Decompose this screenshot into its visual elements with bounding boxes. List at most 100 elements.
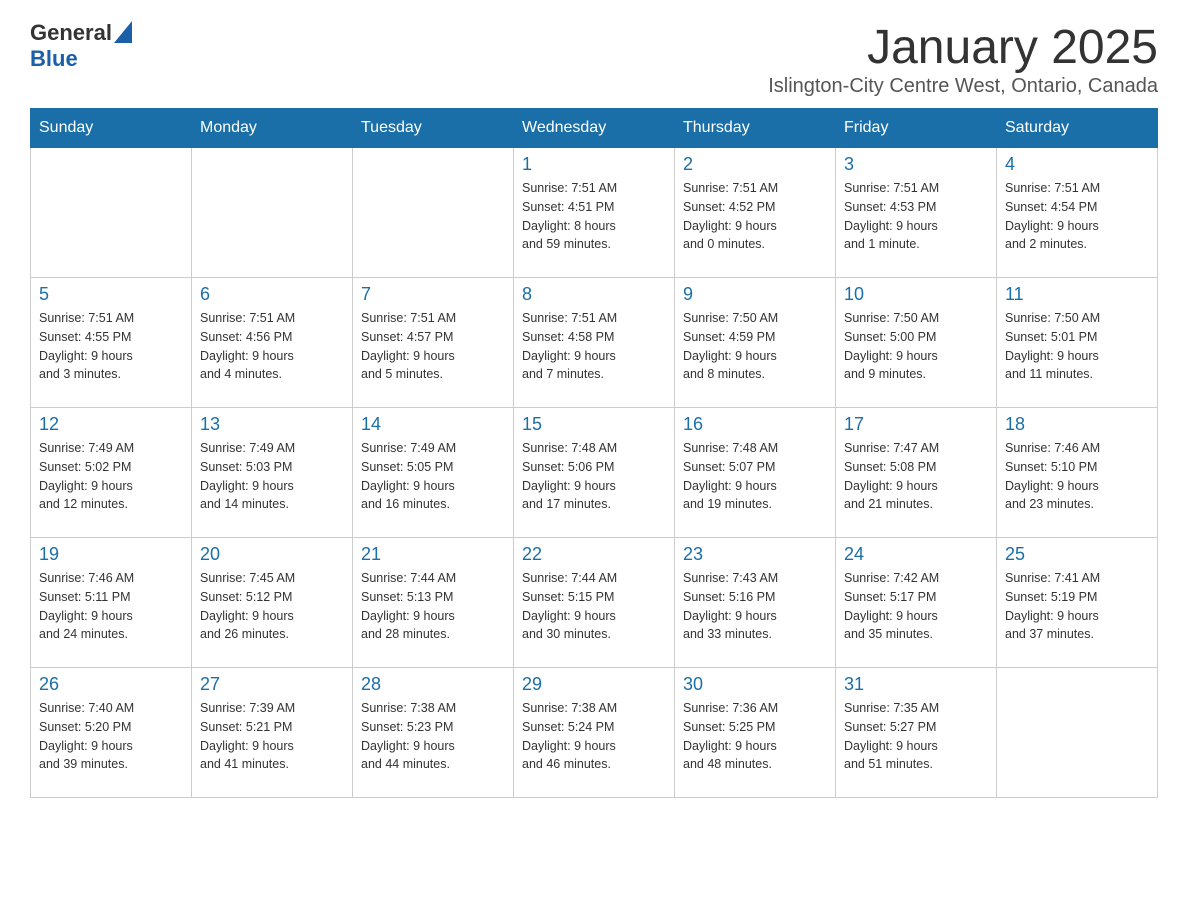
day-info: Sunrise: 7:51 AM Sunset: 4:52 PM Dayligh… xyxy=(683,179,827,254)
calendar-day-15: 15Sunrise: 7:48 AM Sunset: 5:06 PM Dayli… xyxy=(514,408,675,538)
day-number: 13 xyxy=(200,414,344,435)
empty-cell xyxy=(353,148,514,278)
day-info: Sunrise: 7:38 AM Sunset: 5:23 PM Dayligh… xyxy=(361,699,505,774)
day-info: Sunrise: 7:36 AM Sunset: 5:25 PM Dayligh… xyxy=(683,699,827,774)
day-number: 9 xyxy=(683,284,827,305)
calendar-week-row: 26 Sunrise: 7:40 AM Sunset: 5:20 PM Dayli… xyxy=(31,668,1158,798)
day-number: 12 xyxy=(39,414,183,435)
day-info: Sunrise: 7:46 AM Sunset: 5:11 PM Dayligh… xyxy=(39,569,183,644)
day-info: Sunrise: 7:49 AM Sunset: 5:05 PM Dayligh… xyxy=(361,439,505,514)
day-number: 29 xyxy=(522,674,666,695)
calendar-week-row: 12 Sunrise: 7:49 AM Sunset: 5:02 PM Dayli… xyxy=(31,408,1158,538)
day-info: Sunrise: 7:51 AM Sunset: 4:56 PM Dayligh… xyxy=(200,309,344,384)
day-info: Sunrise: 7:44 AM Sunset: 5:15 PM Dayligh… xyxy=(522,569,666,644)
day-info: Sunrise: 7:51 AM Sunset: 4:57 PM Dayligh… xyxy=(361,309,505,384)
day-info: Sunrise: 7:51 AM Sunset: 4:53 PM Dayligh… xyxy=(844,179,988,254)
calendar-day-18: 18 Sunrise: 7:46 AM Sunset: 5:10 PM Dayli… xyxy=(997,408,1158,538)
empty-cell xyxy=(192,148,353,278)
day-info: Sunrise: 7:45 AM Sunset: 5:12 PM Dayligh… xyxy=(200,569,344,644)
day-info: Sunrise: 7:50 AM Sunset: 5:01 PM Dayligh… xyxy=(1005,309,1149,384)
day-info: Sunrise: 7:41 AM Sunset: 5:19 PM Dayligh… xyxy=(1005,569,1149,644)
calendar-week-row: 5Sunrise: 7:51 AM Sunset: 4:55 PM Daylig… xyxy=(31,278,1158,408)
calendar-day-26: 26 Sunrise: 7:40 AM Sunset: 5:20 PM Dayli… xyxy=(31,668,192,798)
day-number: 20 xyxy=(200,544,344,565)
calendar-day-10: 10Sunrise: 7:50 AM Sunset: 5:00 PM Dayli… xyxy=(836,278,997,408)
day-info: Sunrise: 7:51 AM Sunset: 4:58 PM Dayligh… xyxy=(522,309,666,384)
calendar-day-20: 20 Sunrise: 7:45 AM Sunset: 5:12 PM Dayli… xyxy=(192,538,353,668)
calendar-day-8: 8 Sunrise: 7:51 AM Sunset: 4:58 PM Daylig… xyxy=(514,278,675,408)
day-info: Sunrise: 7:46 AM Sunset: 5:10 PM Dayligh… xyxy=(1005,439,1149,514)
day-number: 7 xyxy=(361,284,505,305)
calendar-day-21: 21 Sunrise: 7:44 AM Sunset: 5:13 PM Dayli… xyxy=(353,538,514,668)
day-info: Sunrise: 7:48 AM Sunset: 5:07 PM Dayligh… xyxy=(683,439,827,514)
day-number: 25 xyxy=(1005,544,1149,565)
logo: General Blue xyxy=(30,20,132,72)
calendar-week-row: 1 Sunrise: 7:51 AM Sunset: 4:51 PM Daylig… xyxy=(31,148,1158,278)
day-number: 15 xyxy=(522,414,666,435)
calendar-day-25: 25 Sunrise: 7:41 AM Sunset: 5:19 PM Dayli… xyxy=(997,538,1158,668)
day-info: Sunrise: 7:47 AM Sunset: 5:08 PM Dayligh… xyxy=(844,439,988,514)
weekday-header-wednesday: Wednesday xyxy=(514,109,675,148)
calendar-day-29: 29 Sunrise: 7:38 AM Sunset: 5:24 PM Dayli… xyxy=(514,668,675,798)
day-number: 18 xyxy=(1005,414,1149,435)
page-header: General Blue January 2025 Islington-City… xyxy=(30,20,1158,98)
calendar-day-12: 12 Sunrise: 7:49 AM Sunset: 5:02 PM Dayli… xyxy=(31,408,192,538)
weekday-header-saturday: Saturday xyxy=(997,109,1158,148)
day-info: Sunrise: 7:51 AM Sunset: 4:51 PM Dayligh… xyxy=(522,179,666,254)
empty-cell xyxy=(997,668,1158,798)
calendar-day-4: 4 Sunrise: 7:51 AM Sunset: 4:54 PM Daylig… xyxy=(997,148,1158,278)
day-info: Sunrise: 7:35 AM Sunset: 5:27 PM Dayligh… xyxy=(844,699,988,774)
day-number: 2 xyxy=(683,154,827,175)
day-number: 17 xyxy=(844,414,988,435)
day-number: 4 xyxy=(1005,154,1149,175)
day-number: 21 xyxy=(361,544,505,565)
day-info: Sunrise: 7:38 AM Sunset: 5:24 PM Dayligh… xyxy=(522,699,666,774)
day-number: 1 xyxy=(522,154,666,175)
calendar-day-11: 11Sunrise: 7:50 AM Sunset: 5:01 PM Dayli… xyxy=(997,278,1158,408)
calendar-table: SundayMondayTuesdayWednesdayThursdayFrid… xyxy=(30,108,1158,798)
day-number: 26 xyxy=(39,674,183,695)
day-info: Sunrise: 7:42 AM Sunset: 5:17 PM Dayligh… xyxy=(844,569,988,644)
weekday-header-tuesday: Tuesday xyxy=(353,109,514,148)
day-number: 6 xyxy=(200,284,344,305)
day-info: Sunrise: 7:49 AM Sunset: 5:02 PM Dayligh… xyxy=(39,439,183,514)
day-number: 8 xyxy=(522,284,666,305)
day-info: Sunrise: 7:51 AM Sunset: 4:54 PM Dayligh… xyxy=(1005,179,1149,254)
calendar-day-9: 9Sunrise: 7:50 AM Sunset: 4:59 PM Daylig… xyxy=(675,278,836,408)
weekday-header-sunday: Sunday xyxy=(31,109,192,148)
logo-triangle-icon xyxy=(114,21,132,43)
day-info: Sunrise: 7:39 AM Sunset: 5:21 PM Dayligh… xyxy=(200,699,344,774)
calendar-day-6: 6 Sunrise: 7:51 AM Sunset: 4:56 PM Daylig… xyxy=(192,278,353,408)
calendar-day-13: 13Sunrise: 7:49 AM Sunset: 5:03 PM Dayli… xyxy=(192,408,353,538)
calendar-week-row: 19 Sunrise: 7:46 AM Sunset: 5:11 PM Dayli… xyxy=(31,538,1158,668)
logo-blue-text: Blue xyxy=(30,46,78,71)
calendar-day-7: 7 Sunrise: 7:51 AM Sunset: 4:57 PM Daylig… xyxy=(353,278,514,408)
day-info: Sunrise: 7:40 AM Sunset: 5:20 PM Dayligh… xyxy=(39,699,183,774)
day-number: 19 xyxy=(39,544,183,565)
calendar-day-24: 24 Sunrise: 7:42 AM Sunset: 5:17 PM Dayli… xyxy=(836,538,997,668)
day-number: 24 xyxy=(844,544,988,565)
weekday-header-thursday: Thursday xyxy=(675,109,836,148)
calendar-header: SundayMondayTuesdayWednesdayThursdayFrid… xyxy=(31,109,1158,148)
day-number: 30 xyxy=(683,674,827,695)
weekday-header-row: SundayMondayTuesdayWednesdayThursdayFrid… xyxy=(31,109,1158,148)
calendar-day-2: 2 Sunrise: 7:51 AM Sunset: 4:52 PM Daylig… xyxy=(675,148,836,278)
calendar-day-16: 16 Sunrise: 7:48 AM Sunset: 5:07 PM Dayli… xyxy=(675,408,836,538)
calendar-day-17: 17 Sunrise: 7:47 AM Sunset: 5:08 PM Dayli… xyxy=(836,408,997,538)
calendar-day-22: 22Sunrise: 7:44 AM Sunset: 5:15 PM Dayli… xyxy=(514,538,675,668)
month-title: January 2025 xyxy=(768,20,1158,75)
day-number: 28 xyxy=(361,674,505,695)
calendar-body: 1 Sunrise: 7:51 AM Sunset: 4:51 PM Daylig… xyxy=(31,148,1158,798)
day-number: 5 xyxy=(39,284,183,305)
day-number: 23 xyxy=(683,544,827,565)
location-subtitle: Islington-City Centre West, Ontario, Can… xyxy=(768,75,1158,98)
day-info: Sunrise: 7:44 AM Sunset: 5:13 PM Dayligh… xyxy=(361,569,505,644)
day-number: 3 xyxy=(844,154,988,175)
day-number: 31 xyxy=(844,674,988,695)
logo-general-text: General xyxy=(30,20,112,46)
day-number: 16 xyxy=(683,414,827,435)
calendar-day-14: 14Sunrise: 7:49 AM Sunset: 5:05 PM Dayli… xyxy=(353,408,514,538)
day-info: Sunrise: 7:43 AM Sunset: 5:16 PM Dayligh… xyxy=(683,569,827,644)
calendar-day-30: 30 Sunrise: 7:36 AM Sunset: 5:25 PM Dayli… xyxy=(675,668,836,798)
calendar-day-27: 27Sunrise: 7:39 AM Sunset: 5:21 PM Dayli… xyxy=(192,668,353,798)
